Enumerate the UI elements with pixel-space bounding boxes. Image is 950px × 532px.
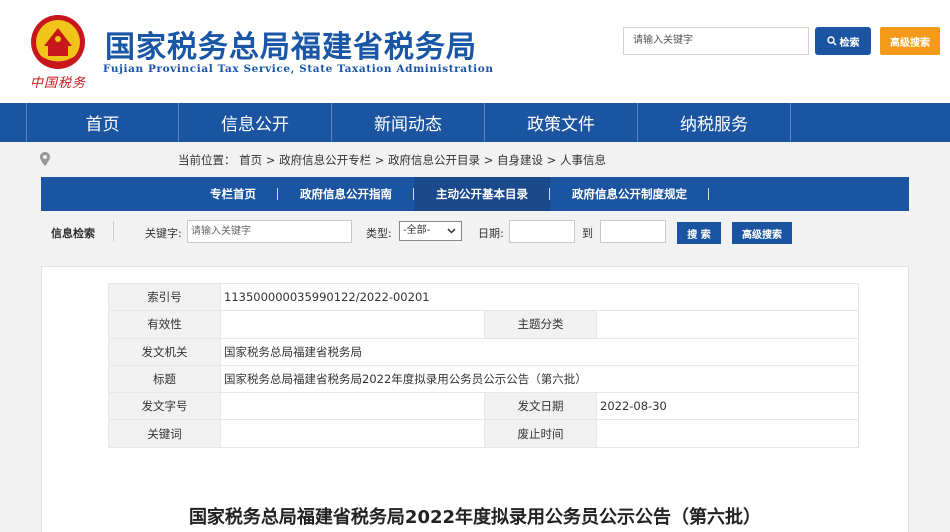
filter-advanced-button[interactable]: 高级搜索 (732, 222, 792, 244)
search-input[interactable]: 请输入关键字 (623, 27, 809, 55)
filter-divider (113, 221, 114, 241)
search-button-label: 检索 (839, 37, 860, 49)
table-row: 标题 国家税务总局福建省税务局2022年度拟录用公务员公示公告（第六批） (108, 364, 859, 394)
date-to-input[interactable] (600, 220, 666, 243)
meta-key: 标题 (108, 364, 221, 394)
table-row: 有效性 主题分类 (108, 310, 859, 339)
meta-value: 2022-08-30 (596, 392, 859, 421)
nav-item-policy[interactable]: 政策文件 (485, 103, 638, 142)
meta-key: 废止时间 (484, 419, 597, 448)
date-to-label: 到 (582, 227, 593, 240)
table-row: 关键词 废止时间 (108, 419, 859, 448)
type-select-value: -全部- (403, 225, 431, 236)
site-header: 中国税务 国家税务总局福建省税务局 Fujian Provincial Tax … (0, 0, 950, 103)
nav-item-info-disclosure[interactable]: 信息公开 (179, 103, 332, 142)
advanced-search-button[interactable]: 高级搜索 (880, 27, 940, 55)
date-from-input[interactable] (509, 220, 575, 243)
meta-value (220, 419, 485, 448)
table-row: 索引号 113500000035990122/2022-00201 (108, 282, 859, 312)
meta-key: 索引号 (108, 282, 221, 312)
meta-value (596, 419, 859, 448)
meta-key: 有效性 (108, 310, 221, 339)
chevron-down-icon (447, 228, 456, 234)
meta-value: 国家税务总局福建省税务局2022年度拟录用公务员公示公告（第六批） (220, 364, 859, 394)
tab-disclosure-rules[interactable]: 政府信息公开制度规定 (550, 177, 709, 211)
tab-column-home[interactable]: 专栏首页 (188, 177, 278, 211)
metadata-table: 索引号 113500000035990122/2022-00201 有效性 主题… (108, 282, 859, 448)
type-select[interactable]: -全部- (399, 221, 462, 241)
date-label: 日期: (478, 227, 504, 240)
sub-navigation: 专栏首页 政府信息公开指南 主动公开基本目录 政府信息公开制度规定 (41, 177, 909, 211)
nav-item-tax-service[interactable]: 纳税服务 (638, 103, 791, 142)
tax-emblem-icon (31, 15, 85, 69)
meta-key: 发文字号 (108, 392, 221, 421)
filter-section-label: 信息检索 (51, 227, 95, 240)
breadcrumb[interactable]: 当前位置： 首页 > 政府信息公开专栏 > 政府信息公开目录 > 自身建设 > … (178, 152, 606, 168)
keyword-label: 关键字: (145, 227, 182, 240)
site-subtitle: Fujian Provincial Tax Service, State Tax… (103, 63, 494, 75)
article-title: 国家税务总局福建省税务局2022年度拟录用公务员公示公告（第六批） (188, 507, 762, 528)
meta-value (596, 310, 859, 339)
nav-item-home[interactable]: 首页 (26, 103, 179, 142)
meta-key: 发文日期 (484, 392, 597, 421)
location-pin-icon (40, 152, 50, 166)
search-button[interactable]: 检索 (815, 27, 871, 55)
emblem-caption: 中国税务 (30, 76, 87, 91)
table-row: 发文机关 国家税务总局福建省税务局 (108, 337, 859, 366)
meta-key: 关键词 (108, 419, 221, 448)
meta-value (220, 392, 485, 421)
site-title[interactable]: 国家税务总局福建省税务局 (105, 22, 477, 66)
tab-disclosure-guide[interactable]: 政府信息公开指南 (278, 177, 414, 211)
filter-search-button[interactable]: 搜 索 (677, 222, 721, 244)
table-row: 发文字号 发文日期 2022-08-30 (108, 392, 859, 421)
meta-value: 113500000035990122/2022-00201 (220, 282, 859, 312)
tab-basic-catalog[interactable]: 主动公开基本目录 (414, 177, 550, 211)
nav-item-news[interactable]: 新闻动态 (332, 103, 485, 142)
keyword-input[interactable]: 请输入关键字 (187, 220, 352, 243)
type-label: 类型: (366, 227, 392, 240)
meta-key: 主题分类 (484, 310, 597, 339)
search-icon (826, 36, 836, 46)
meta-value: 国家税务总局福建省税务局 (220, 337, 859, 366)
main-navigation: 首页 信息公开 新闻动态 政策文件 纳税服务 (0, 103, 950, 142)
meta-key: 发文机关 (108, 337, 221, 366)
meta-value (220, 310, 485, 339)
